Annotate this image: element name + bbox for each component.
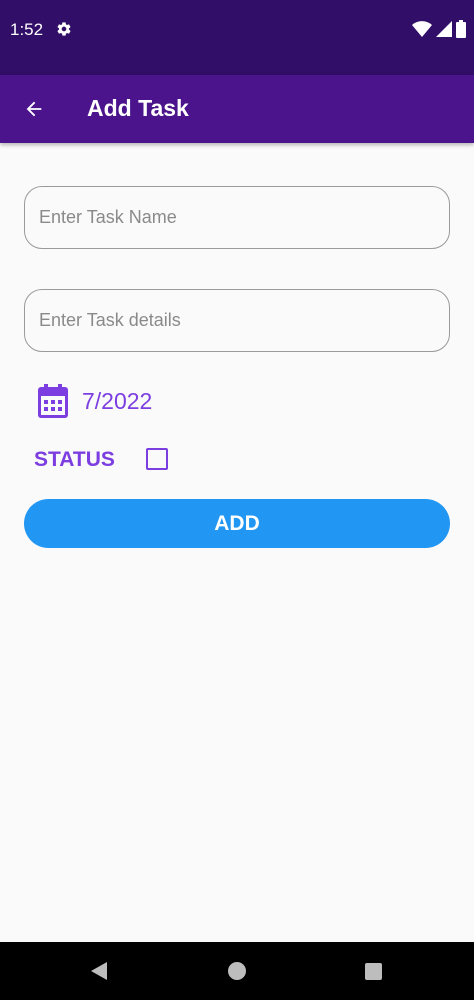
status-bar: 1:52 — [0, 0, 474, 75]
signal-icon — [436, 21, 452, 37]
add-button[interactable]: ADD — [24, 499, 450, 548]
status-checkbox[interactable] — [146, 448, 168, 470]
back-button[interactable] — [16, 91, 52, 127]
nav-home-icon[interactable] — [228, 962, 246, 980]
status-time: 1:52 — [10, 20, 44, 39]
status-row: STATUS — [34, 444, 115, 476]
gear-icon — [57, 22, 71, 36]
task-name-input[interactable] — [24, 186, 450, 249]
wifi-icon — [412, 21, 432, 37]
task-details-input[interactable] — [24, 289, 450, 352]
page-title: Add Task — [87, 95, 189, 121]
status-label: STATUS — [34, 448, 115, 471]
status-icons — [412, 19, 466, 39]
calendar-icon — [38, 384, 68, 418]
arrow-left-icon — [26, 101, 42, 117]
date-picker[interactable]: 7/2022 — [38, 384, 152, 418]
nav-back-icon[interactable] — [90, 962, 108, 980]
nav-recents-icon[interactable] — [365, 963, 382, 980]
battery-icon — [456, 20, 466, 38]
app-bar: Add Task — [0, 75, 474, 143]
date-value: 7/2022 — [82, 387, 153, 414]
